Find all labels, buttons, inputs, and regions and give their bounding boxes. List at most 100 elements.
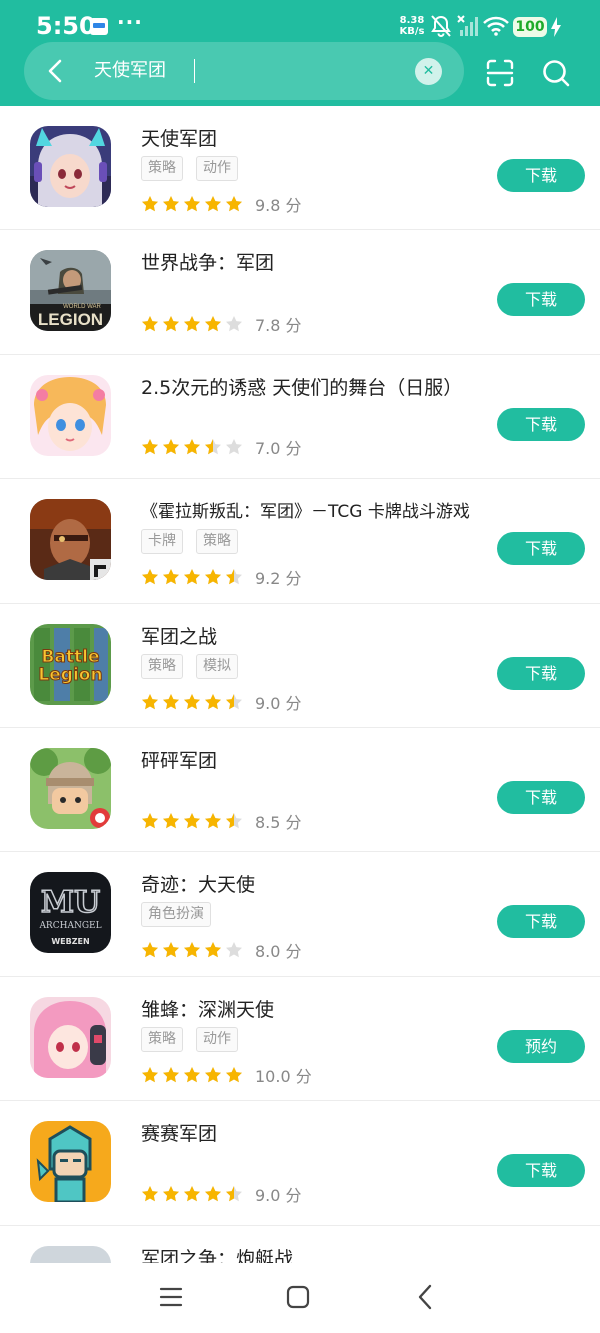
star-full-icon	[184, 196, 200, 212]
tag[interactable]: 策略	[141, 653, 183, 679]
reserve-button[interactable]: 预约	[497, 1029, 585, 1063]
star-full-icon	[163, 1066, 179, 1082]
app-tags: 策略 模拟	[141, 653, 238, 679]
app-score: 9.0 分	[255, 1186, 302, 1206]
star-half-icon	[226, 1186, 242, 1202]
star-full-icon	[184, 812, 200, 829]
app-rating: 7.8 分	[141, 312, 302, 336]
app-row-8[interactable]: 赛赛军团 9.0 分 下载	[0, 1101, 600, 1226]
mute-bell-icon	[431, 15, 451, 37]
app-row-9[interactable]: 军团之争：炮艇战	[0, 1226, 600, 1263]
app-icon-horus-heresy-legions[interactable]	[30, 499, 111, 581]
star-full-icon	[184, 693, 200, 709]
tag[interactable]: 模拟	[196, 653, 238, 679]
tag[interactable]: 动作	[196, 1026, 238, 1052]
star-full-icon	[163, 196, 179, 212]
tag[interactable]: 策略	[196, 529, 238, 555]
download-button[interactable]: 下载	[497, 905, 585, 939]
back-arrow-icon[interactable]	[42, 57, 70, 85]
notification-app-icon	[90, 18, 108, 35]
download-button[interactable]: 下载	[497, 283, 585, 317]
app-name[interactable]: 军团之战	[141, 622, 217, 649]
download-button[interactable]: 下载	[497, 1154, 585, 1188]
star-full-icon	[142, 196, 158, 212]
search-box[interactable]: 天使军团 ✕	[24, 42, 464, 100]
app-rating: 7.0 分	[141, 435, 302, 459]
back-icon[interactable]	[414, 1284, 438, 1310]
star-full-icon	[205, 693, 221, 709]
download-button[interactable]: 下载	[497, 780, 585, 814]
search-input[interactable]: 天使军团	[94, 58, 166, 84]
star-full-icon	[142, 942, 158, 958]
star-full-icon	[163, 438, 179, 454]
app-name[interactable]: 赛赛军团	[141, 1119, 217, 1146]
app-icon-mu-archangel[interactable]: MU ARCHANGEL WEBZEN	[30, 872, 111, 954]
download-button[interactable]: 下载	[497, 159, 585, 192]
scan-icon[interactable]	[485, 58, 515, 88]
tag[interactable]: 策略	[141, 1026, 183, 1052]
clear-search-button[interactable]: ✕	[415, 58, 442, 85]
system-navigation-bar	[0, 1263, 600, 1333]
star-full-icon	[163, 316, 179, 332]
app-row-0[interactable]: 天使军团 策略 动作 9.8 分 下载	[0, 106, 600, 231]
app-tags: 策略 动作	[141, 156, 238, 181]
star-rating	[141, 568, 243, 586]
tag[interactable]: 动作	[196, 156, 238, 181]
star-full-icon	[142, 1066, 158, 1082]
star-half-icon	[205, 438, 221, 454]
download-button[interactable]: 下载	[497, 656, 585, 690]
app-icon-anime-angel[interactable]	[30, 126, 111, 207]
app-score: 7.8 分	[255, 316, 302, 336]
app-icon-anime-idol[interactable]	[30, 374, 111, 456]
tag[interactable]: 策略	[141, 156, 183, 181]
star-full-icon	[205, 316, 221, 332]
download-button[interactable]: 下载	[497, 407, 585, 441]
app-rating: 9.8 分	[141, 192, 302, 216]
app-name[interactable]: 世界战争：军团	[141, 248, 274, 275]
app-icon-battle-legion[interactable]: Battle Legion	[30, 623, 111, 705]
menu-icon[interactable]	[159, 1285, 183, 1309]
star-rating	[141, 941, 243, 959]
star-full-icon	[205, 1066, 221, 1082]
charging-icon	[551, 17, 561, 37]
star-full-icon	[163, 942, 179, 958]
download-button[interactable]: 下载	[497, 532, 585, 566]
star-rating	[141, 195, 243, 213]
svg-text:Battle: Battle	[41, 647, 99, 667]
search-results-list[interactable]: 天使军团 策略 动作 9.8 分 下载 WORLD WAR LEGION 世界战…	[0, 106, 600, 1263]
app-row-3[interactable]: 《霍拉斯叛乱：军团》－TCG 卡牌战斗游戏 卡牌 策略 9.2 分 下载	[0, 479, 600, 604]
app-icon-world-war-legion[interactable]: WORLD WAR LEGION	[30, 250, 111, 332]
app-name[interactable]: 《霍拉斯叛乱：军团》－TCG 卡牌战斗游戏	[141, 497, 470, 522]
home-icon[interactable]	[286, 1285, 310, 1309]
star-full-icon	[226, 1066, 242, 1082]
wifi-icon	[483, 16, 509, 36]
star-full-icon	[205, 196, 221, 212]
app-name[interactable]: 军团之争：炮艇战	[141, 1244, 293, 1263]
app-score: 9.8 分	[255, 196, 302, 215]
tag[interactable]: 卡牌	[141, 529, 183, 555]
app-icon-legion-gunboat[interactable]	[30, 1245, 111, 1263]
app-name[interactable]: 天使军团	[141, 124, 217, 151]
app-name[interactable]: 奇迹：大天使	[141, 870, 255, 897]
app-row-2[interactable]: 2.5次元的诱惑 天使们的舞台（日服） 7.0 分 下载	[0, 355, 600, 480]
star-full-icon	[163, 1186, 179, 1202]
app-icon-sai-sai-legion[interactable]	[30, 1121, 111, 1203]
app-row-6[interactable]: MU ARCHANGEL WEBZEN 奇迹：大天使 角色扮演 8.0 分 下载	[0, 852, 600, 977]
app-name[interactable]: 2.5次元的诱惑 天使们的舞台（日服）	[141, 373, 462, 400]
app-row-7[interactable]: 雏蜂：深渊天使 策略 动作 10.0 分 预约	[0, 977, 600, 1102]
app-icon-abyss-angel[interactable]	[30, 996, 111, 1078]
svg-text:Legion: Legion	[38, 665, 102, 685]
star-rating	[141, 315, 243, 333]
app-row-5[interactable]: 砰砰军团 8.5 分 下载	[0, 728, 600, 853]
app-score: 9.2 分	[255, 569, 302, 589]
app-name[interactable]: 雏蜂：深渊天使	[141, 995, 274, 1022]
app-row-1[interactable]: WORLD WAR LEGION 世界战争：军团 7.8 分 下载	[0, 230, 600, 355]
tag[interactable]: 角色扮演	[141, 902, 211, 928]
app-rating: 9.2 分	[141, 565, 302, 589]
svg-text:LEGION: LEGION	[38, 310, 103, 329]
search-icon[interactable]	[541, 58, 571, 88]
app-name[interactable]: 砰砰军团	[141, 746, 217, 773]
app-icon-bang-bang-legion[interactable]	[30, 747, 111, 829]
app-tags: 策略 动作	[141, 1026, 238, 1052]
app-row-4[interactable]: Battle Legion 军团之战 策略 模拟 9.0 分 下载	[0, 604, 600, 728]
